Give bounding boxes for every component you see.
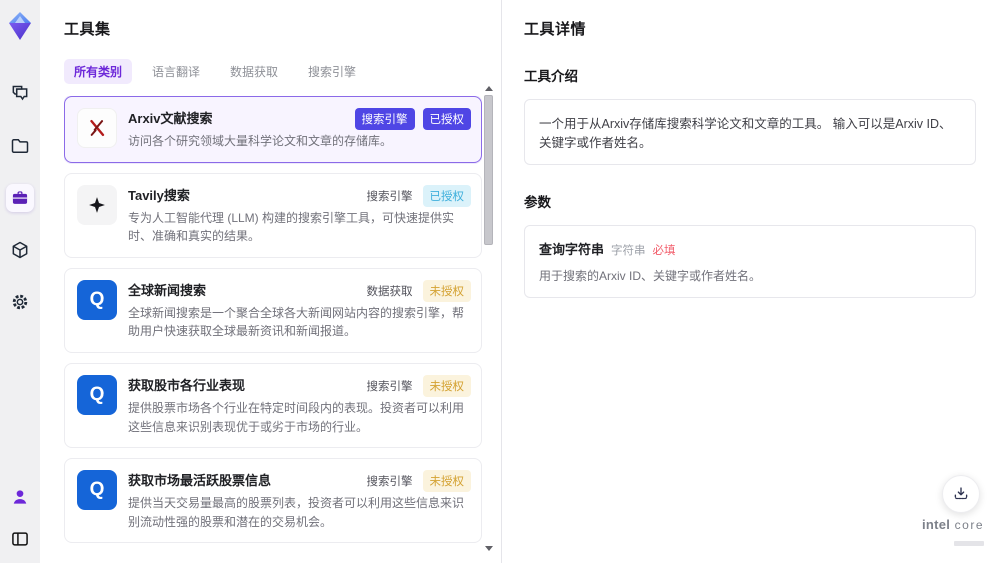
- tool-description: 专为人工智能代理 (LLM) 构建的搜索引擎工具，可快速提供实时、准确和真实的结…: [128, 210, 455, 244]
- intel-logo-text: intel: [921, 516, 951, 532]
- tools-panel-title: 工具集: [64, 21, 111, 38]
- category-badge: 搜索引擎: [366, 476, 413, 489]
- auth-status-badge: 已授权: [422, 184, 471, 207]
- scrollbar-thumb[interactable]: [484, 95, 493, 245]
- app-logo-icon[interactable]: [5, 8, 35, 44]
- parameter-name: 查询字符串: [539, 242, 605, 257]
- scroll-up-arrow-icon[interactable]: [485, 86, 493, 91]
- news-search-icon: Q: [77, 374, 117, 415]
- tab-数据获取[interactable]: 数据获取: [220, 59, 288, 84]
- intel-core-logo: intel core: [922, 516, 984, 551]
- chat-icon[interactable]: [6, 80, 34, 108]
- download-icon: [954, 487, 968, 500]
- user-icon[interactable]: [6, 483, 34, 511]
- details-panel-title: 工具详情: [524, 21, 587, 38]
- parameter-required-badge: 必填: [652, 245, 676, 257]
- parameter-description: 用于搜索的Arxiv ID、关键字或作者姓名。: [539, 269, 762, 283]
- main-content: 工具集 所有类别 语言翻译 数据获取 搜索引擎 Arxiv文献搜索 访问各个研究领域大量…: [40, 0, 1000, 563]
- package-icon[interactable]: [6, 236, 34, 264]
- tool-description: 提供当天交易量最高的股票列表，投资者可以利用这些信息来识别流动性强的股票和潜在的…: [128, 496, 465, 529]
- auth-status-badge: 未授权: [422, 470, 471, 493]
- tool-list: Arxiv文献搜索 访问各个研究领域大量科学论文和文章的存储库。 搜索引擎 已授权 Ta…: [64, 96, 482, 551]
- tab-语言翻译[interactable]: 语言翻译: [142, 59, 210, 84]
- tool-description: 访问各个研究领域大量科学论文和文章的存储库。: [128, 134, 393, 148]
- category-badge: 数据获取: [366, 285, 413, 298]
- settings-gear-icon[interactable]: [6, 288, 34, 316]
- category-badge: 搜索引擎: [366, 190, 413, 203]
- briefcase-icon[interactable]: [6, 184, 34, 212]
- core-logo-text: core: [954, 517, 984, 532]
- tool-card[interactable]: Q 全球新闻搜索 全球新闻搜索是一个聚合全球各大新闻网站内容的搜索引擎，帮助用户快速…: [64, 267, 482, 353]
- details-panel: 工具详情 工具介绍 一个用于从Arxiv存储库搜索科学论文和文章的工具。 输入可…: [502, 0, 1000, 563]
- intro-heading: 工具介绍: [524, 69, 578, 84]
- list-scrollbar[interactable]: [484, 86, 494, 551]
- download-button[interactable]: [942, 475, 980, 513]
- tool-card[interactable]: Q 获取市场最活跃股票信息 提供当天交易量最高的股票列表，投资者可以利用这些信息来识…: [64, 458, 482, 544]
- tool-description: 全球新闻搜索是一个聚合全球各大新闻网站内容的搜索引擎，帮助用户快速获取全球最新资…: [128, 305, 465, 339]
- tool-card[interactable]: Tavily搜索 专为人工智能代理 (LLM) 构建的搜索引擎工具，可快速提供实时…: [64, 172, 482, 258]
- tool-card[interactable]: Q 获取股市各行业表现 提供股票市场各个行业在特定时间段内的表现。投资者可以利用这些…: [64, 362, 482, 449]
- params-heading: 参数: [524, 195, 551, 210]
- news-search-icon: Q: [77, 470, 117, 511]
- tavily-star-icon: [77, 184, 117, 225]
- tool-intro-box: 一个用于从Arxiv存储库搜索科学论文和文章的工具。 输入可以是Arxiv ID…: [524, 99, 976, 165]
- category-tabs: 所有类别 语言翻译 数据获取 搜索引擎: [64, 59, 501, 84]
- news-search-icon: Q: [77, 279, 117, 320]
- auth-status-badge: 已授权: [422, 108, 471, 130]
- scroll-down-arrow-icon[interactable]: [485, 546, 493, 551]
- auth-status-badge: 未授权: [422, 374, 471, 397]
- category-badge: 搜索引擎: [366, 380, 413, 393]
- app-rail: [0, 0, 40, 563]
- parameter-type: 字符串: [611, 245, 646, 257]
- panel-toggle-icon[interactable]: [6, 525, 34, 553]
- tool-description: 提供股票市场各个行业在特定时间段内的表现。投资者可以利用这些信息来识别表现优于或…: [128, 400, 465, 434]
- arxiv-icon: [77, 108, 117, 148]
- tools-panel: 工具集 所有类别 语言翻译 数据获取 搜索引擎 Arxiv文献搜索 访问各个研究领域大量…: [40, 0, 502, 563]
- tab-所有类别[interactable]: 所有类别: [64, 59, 133, 84]
- intel-logo-bar: [954, 541, 984, 547]
- parameter-card: 查询字符串 字符串 必填 用于搜索的Arxiv ID、关键字或作者姓名。: [524, 225, 976, 298]
- tool-card[interactable]: Arxiv文献搜索 访问各个研究领域大量科学论文和文章的存储库。 搜索引擎 已授权: [64, 96, 482, 163]
- auth-status-badge: 未授权: [422, 279, 471, 302]
- folder-icon[interactable]: [6, 132, 34, 160]
- category-badge: 搜索引擎: [354, 108, 415, 130]
- tab-搜索引擎[interactable]: 搜索引擎: [298, 59, 366, 84]
